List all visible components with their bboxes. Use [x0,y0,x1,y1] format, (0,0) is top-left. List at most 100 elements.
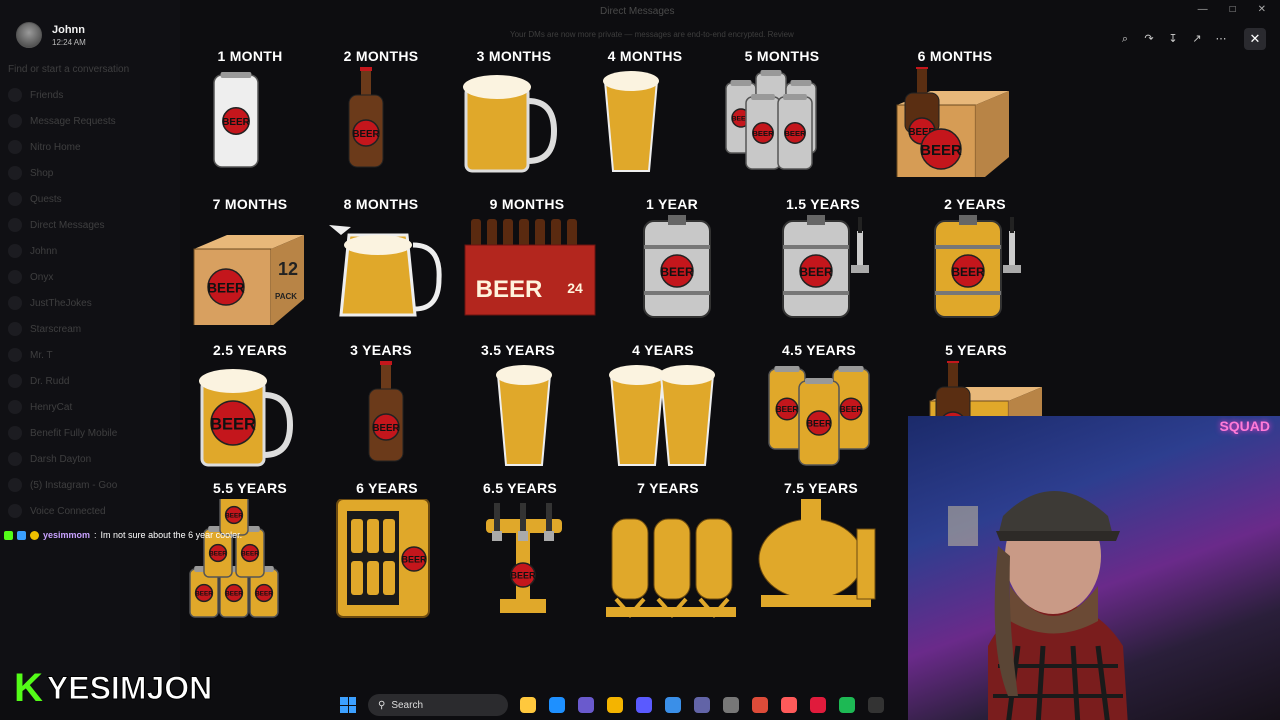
milestone-label: 8 MONTHS [343,196,419,212]
sidebar-item[interactable]: HenryCat [8,394,172,420]
kick-logo: K [14,666,43,710]
svg-text:BEER: BEER [225,591,243,598]
download-icon[interactable]: ↧ [1166,32,1180,46]
sidebar-item[interactable]: Voice Connected [8,498,172,524]
milestone-label: 4.5 YEARS [781,342,857,358]
window-title: Direct Messages [600,6,675,17]
record-icon[interactable] [810,697,826,713]
sidebar-item-label: Benefit Fully Mobile [30,427,118,439]
milestone-item: 4 MONTHS [570,45,720,177]
app-icon[interactable] [723,697,739,713]
sidebar-item-label: JustTheJokes [30,297,92,309]
sidebar-item[interactable]: JustTheJokes [8,290,172,316]
maximize-icon[interactable]: □ [1230,4,1236,15]
sidebar-avatar-icon [8,88,22,102]
sidebar-item-label: (5) Instagram - Goo [30,479,118,491]
milestone-item: 7 MONTHS BEER 12 PACK [175,193,325,325]
svg-text:BEER: BEER [372,423,399,434]
maps-icon[interactable] [781,697,797,713]
sidebar-item[interactable]: Friends [8,82,172,108]
sidebar-item-label: Voice Connected [30,505,106,517]
milestone-label: 1 YEAR [645,196,699,212]
svg-text:24: 24 [567,280,583,296]
mail-icon[interactable] [665,697,681,713]
edge-icon[interactable] [549,697,565,713]
svg-text:BEER: BEER [776,405,799,414]
chat-username: yesimmom [43,530,91,540]
privacy-notice: Your DMs are now more private — messages… [510,30,794,39]
more-icon[interactable]: ⋯ [1214,32,1228,46]
windows-start-icon[interactable] [340,697,356,713]
forward-icon[interactable]: ↷ [1142,32,1156,46]
epic-icon[interactable] [868,697,884,713]
copilot-icon[interactable] [578,697,594,713]
milestone-item: 4 YEARS [588,339,738,471]
store-icon[interactable] [636,697,652,713]
milestone-item: 4.5 YEARS BEER BEER BEER [744,339,894,471]
svg-text:BEER: BEER [401,555,427,565]
sidebar-item[interactable]: Quests [8,186,172,212]
svg-text:BEER: BEER [241,551,259,558]
window-close-icon[interactable]: ✕ [1258,4,1266,15]
minimize-icon[interactable]: — [1198,4,1208,15]
open-external-icon[interactable]: ↗ [1190,32,1204,46]
sidebar-item[interactable]: Dr. Rudd [8,368,172,394]
neon-sign: SQUAD [1219,418,1270,434]
avatar [16,22,42,48]
svg-text:BEER: BEER [255,591,273,598]
beer-cooler-icon: BEER [336,499,430,618]
viewer-toolbar: ⌕ ↷ ↧ ↗ ⋯ ✕ [1118,28,1266,50]
sidebar-search[interactable]: Find or start a conversation [8,56,172,82]
message-author[interactable]: Johnn 12:24 AM [16,22,86,48]
milestone-item: 2 MONTHS BEER [306,45,456,177]
close-viewer-button[interactable]: ✕ [1244,28,1266,50]
sidebar-avatar-icon [8,348,22,362]
milestone-item: 3 MONTHS [439,45,589,177]
sidebar-item[interactable]: Mr. T [8,342,172,368]
milestone-label: 4 YEARS [632,342,694,358]
folder-icon[interactable] [607,697,623,713]
sidebar-item[interactable]: Johnn [8,238,172,264]
sidebar-item[interactable]: Darsh Dayton [8,446,172,472]
milestone-label: 4 MONTHS [607,48,683,64]
file-explorer-icon[interactable] [520,697,536,713]
sidebar-item[interactable]: Starscream [8,316,172,342]
sidebar-item[interactable]: Shop [8,160,172,186]
svg-text:BEER: BEER [951,265,985,279]
sidebar-item-label: Direct Messages [30,219,105,231]
milestone-label: 2 YEARS [944,196,1006,212]
milestone-label: 5 YEARS [945,342,1007,358]
milestone-label: 6 MONTHS [917,48,993,64]
milestone-label: 6 YEARS [356,480,418,496]
taskbar-search[interactable]: ⚲ Search [368,694,508,716]
message-timestamp: 12:24 AM [52,37,86,47]
spotify-icon[interactable] [839,697,855,713]
sidebar-item[interactable]: Message Requests [8,108,172,134]
svg-text:BEER: BEER [799,265,833,279]
sidebar-item-label: HenryCat [30,401,73,413]
milestone-label: 3.5 YEARS [480,342,556,358]
sidebar-avatar-icon [8,140,22,154]
svg-text:BEER: BEER [222,117,249,128]
sidebar-item-label: Darsh Dayton [30,453,92,465]
sidebar-item[interactable]: Onyx [8,264,172,290]
sidebar-item[interactable]: Nitro Home [8,134,172,160]
zoom-icon[interactable]: ⌕ [1118,32,1132,46]
sidebar-item-label: Mr. T [30,349,53,361]
sidebar-item[interactable]: (5) Instagram - Goo [8,472,172,498]
sidebar-item[interactable]: Benefit Fully Mobile [8,420,172,446]
milestone-item: 5.5 YEARS BEER BEER BEER BEER BEER BEER [175,477,325,624]
webcam-overlay: SQUAD [908,416,1280,720]
sidebar-item[interactable]: Direct Messages [8,212,172,238]
sidebar-avatar-icon [8,478,22,492]
chat-separator: : [94,530,97,540]
chrome-icon[interactable] [752,697,768,713]
svg-text:BEER: BEER [752,129,774,138]
teams-icon[interactable] [694,697,710,713]
sidebar-avatar-icon [8,504,22,518]
sidebar-avatar-icon [8,374,22,388]
can-pyramid-icon: BEER BEER BEER BEER BEER BEER [189,499,279,618]
milestone-label: 3 MONTHS [476,48,552,64]
sidebar-item-label: Shop [30,167,54,179]
milestone-item: 1 YEAR BEER [597,193,747,325]
